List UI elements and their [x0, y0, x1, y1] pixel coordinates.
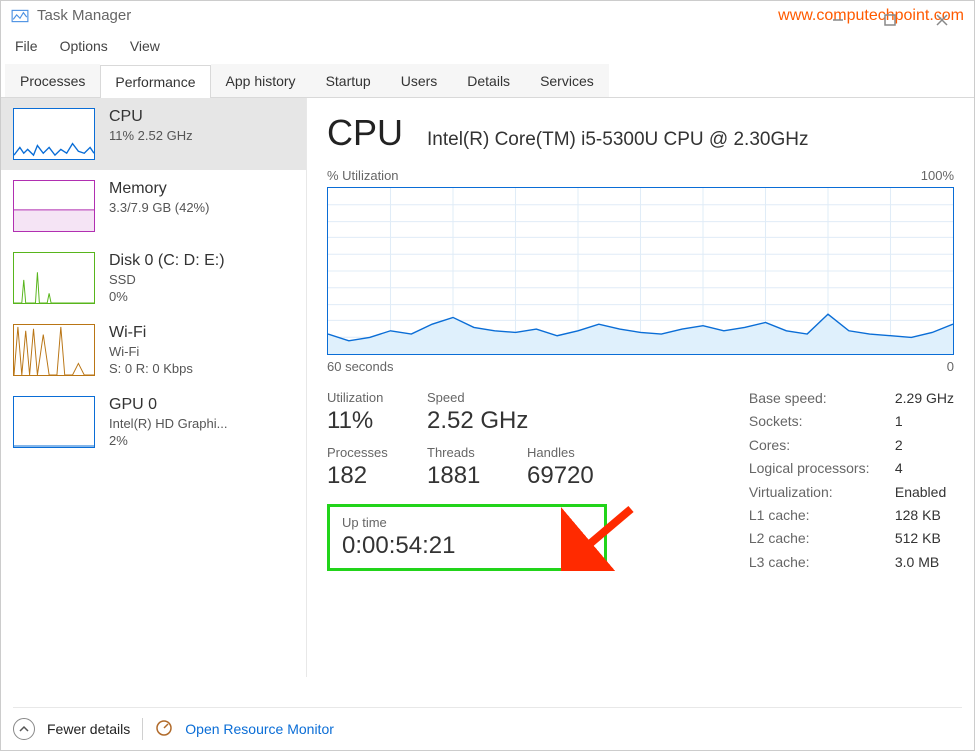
close-button[interactable] [916, 3, 968, 37]
sidebar-item-label: Wi-Fi [109, 324, 193, 342]
stat-label-processes: Processes [327, 445, 427, 460]
sidebar-item-label: Disk 0 (C: D: E:) [109, 252, 225, 270]
tab-users[interactable]: Users [386, 64, 453, 97]
tab-details[interactable]: Details [452, 64, 525, 97]
footer: Fewer details Open Resource Monitor [13, 707, 962, 740]
sidebar-item-sub2: 2% [109, 433, 227, 448]
stat-value-threads: 1881 [427, 462, 527, 490]
sidebar-item-sub: Intel(R) HD Graphi... [109, 416, 227, 431]
app-icon [11, 7, 29, 25]
disk-thumb [13, 252, 95, 304]
content: CPU 11% 2.52 GHz Memory 3.3/7.9 GB (42%)… [1, 98, 974, 677]
spec-value: 512 KB [895, 530, 954, 547]
window-controls [812, 3, 968, 37]
chart-label-left: % Utilization [327, 168, 399, 183]
sidebar-item-memory[interactable]: Memory 3.3/7.9 GB (42%) [1, 170, 306, 242]
fewer-details-label[interactable]: Fewer details [47, 721, 130, 737]
stat-value-utilization: 11% [327, 407, 427, 435]
spec-key: Base speed: [749, 390, 895, 407]
tab-services[interactable]: Services [525, 64, 609, 97]
specs-table: Base speed:2.29 GHz Sockets:1 Cores:2 Lo… [749, 390, 954, 571]
spec-key: Logical processors: [749, 460, 895, 477]
sidebar-item-sub2: 0% [109, 289, 225, 304]
spec-value: Enabled [895, 484, 954, 501]
tab-performance[interactable]: Performance [100, 65, 210, 98]
sidebar-item-disk0[interactable]: Disk 0 (C: D: E:) SSD 0% [1, 242, 306, 314]
window-title: Task Manager [37, 7, 131, 24]
sidebar-item-gpu0[interactable]: GPU 0 Intel(R) HD Graphi... 2% [1, 386, 306, 458]
chevron-up-icon [18, 723, 30, 735]
stat-value-speed: 2.52 GHz [427, 407, 627, 435]
stat-label-speed: Speed [427, 390, 627, 405]
sidebar-item-sub: SSD [109, 272, 225, 287]
spec-key: L1 cache: [749, 507, 895, 524]
menu-view[interactable]: View [130, 38, 160, 54]
cpu-thumb [13, 108, 95, 160]
wifi-thumb [13, 324, 95, 376]
utilization-chart: % Utilization 100% [327, 168, 954, 374]
stat-label-utilization: Utilization [327, 390, 427, 405]
fewer-details-button[interactable] [13, 718, 35, 740]
memory-thumb [13, 180, 95, 232]
stat-label-threads: Threads [427, 445, 527, 460]
maximize-button[interactable] [864, 3, 916, 37]
sidebar-item-sub2: S: 0 R: 0 Kbps [109, 361, 193, 376]
spec-key: Sockets: [749, 413, 895, 430]
tab-bar: Processes Performance App history Startu… [1, 64, 974, 98]
spec-value: 2 [895, 437, 954, 454]
sidebar-item-label: Memory [109, 180, 209, 198]
tab-startup[interactable]: Startup [311, 64, 386, 97]
sidebar-item-wifi[interactable]: Wi-Fi Wi-Fi S: 0 R: 0 Kbps [1, 314, 306, 386]
cpu-model: Intel(R) Core(TM) i5-5300U CPU @ 2.30GHz [427, 129, 808, 151]
spec-value: 3.0 MB [895, 554, 954, 571]
sidebar-item-label: GPU 0 [109, 396, 227, 414]
spec-key: Cores: [749, 437, 895, 454]
chart-label-right: 100% [921, 168, 954, 183]
spec-value: 2.29 GHz [895, 390, 954, 407]
sidebar-item-sub: 3.3/7.9 GB (42%) [109, 200, 209, 215]
spec-value: 1 [895, 413, 954, 430]
menu-options[interactable]: Options [60, 38, 108, 54]
spec-value: 128 KB [895, 507, 954, 524]
sidebar-item-sub: Wi-Fi [109, 344, 193, 359]
resource-monitor-icon [155, 719, 173, 740]
minimize-button[interactable] [812, 3, 864, 37]
gpu-thumb [13, 396, 95, 448]
stat-label-uptime: Up time [342, 515, 592, 530]
spec-key: L3 cache: [749, 554, 895, 571]
stat-label-handles: Handles [527, 445, 627, 460]
spec-value: 4 [895, 460, 954, 477]
stat-value-uptime: 0:00:54:21 [342, 532, 592, 560]
sidebar-item-label: CPU [109, 108, 193, 126]
sidebar-item-cpu[interactable]: CPU 11% 2.52 GHz [1, 98, 306, 170]
page-title: CPU [327, 112, 403, 154]
sidebar-item-sub: 11% 2.52 GHz [109, 128, 193, 143]
menu-file[interactable]: File [15, 38, 38, 54]
open-resource-monitor-link[interactable]: Open Resource Monitor [185, 721, 334, 737]
chart-under-left: 60 seconds [327, 359, 394, 374]
stat-value-processes: 182 [327, 462, 427, 490]
uptime-box: Up time 0:00:54:21 [327, 504, 607, 571]
spec-key: Virtualization: [749, 484, 895, 501]
sidebar: CPU 11% 2.52 GHz Memory 3.3/7.9 GB (42%)… [1, 98, 307, 677]
tab-app-history[interactable]: App history [211, 64, 311, 97]
spec-key: L2 cache: [749, 530, 895, 547]
main-panel: CPU Intel(R) Core(TM) i5-5300U CPU @ 2.3… [307, 98, 974, 677]
separator [142, 718, 143, 740]
tab-processes[interactable]: Processes [5, 64, 100, 97]
chart-under-right: 0 [947, 359, 954, 374]
stat-value-handles: 69720 [527, 462, 627, 490]
